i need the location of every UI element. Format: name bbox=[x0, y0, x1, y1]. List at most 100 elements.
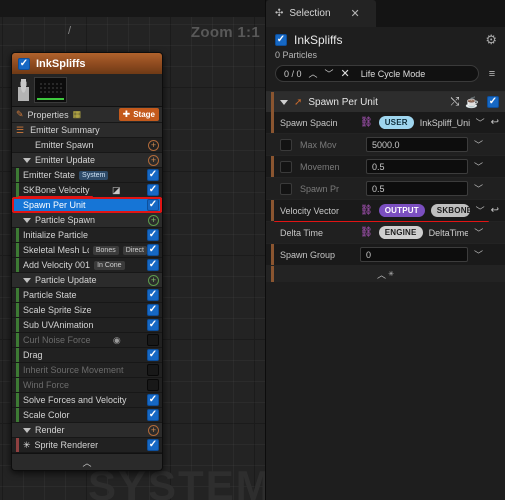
emitter-row-drag[interactable]: Drag bbox=[12, 348, 162, 363]
row-enabled-checkbox[interactable] bbox=[146, 334, 159, 346]
row-label: Initialize Particle bbox=[23, 230, 89, 240]
selection-enabled-checkbox[interactable] bbox=[275, 34, 287, 46]
emitter-row-spawn-per-unit[interactable]: Spawn Per Unit bbox=[12, 197, 162, 213]
add-module-button[interactable]: + bbox=[148, 154, 159, 166]
emitter-row-add-velocity-001[interactable]: Add Velocity 001 In Cone bbox=[12, 258, 162, 273]
emitter-row-render[interactable]: Render + bbox=[12, 423, 162, 438]
add-module-button[interactable]: + bbox=[148, 139, 159, 151]
properties-header-row[interactable]: ✎ Properties ▦ ✚ Stage bbox=[12, 107, 162, 123]
property-row-spawn-pr[interactable]: Spawn Pr 0.5 ﹀ bbox=[266, 178, 505, 200]
emitter-node-card[interactable]: InkSpliffs ✎ Properties ▦ ✚ Stage ☰ bbox=[11, 52, 163, 471]
row-enabled-checkbox[interactable] bbox=[147, 229, 159, 241]
row-enabled-checkbox[interactable] bbox=[147, 169, 159, 181]
nav-down-icon[interactable]: ﹀ bbox=[325, 67, 334, 80]
module-enabled-checkbox[interactable] bbox=[487, 96, 499, 108]
trash-icon[interactable]: ☕ bbox=[465, 96, 479, 109]
row-enabled-checkbox[interactable] bbox=[147, 199, 159, 211]
emitter-row-emitter-state[interactable]: Emitter State System bbox=[12, 168, 162, 183]
close-icon[interactable]: ✕ bbox=[351, 7, 360, 20]
property-row-max-mov[interactable]: Max Mov 5000.0 ﹀ bbox=[266, 134, 505, 156]
emitter-node-title-bar[interactable]: InkSpliffs bbox=[12, 53, 162, 74]
emitter-enabled-checkbox[interactable] bbox=[18, 57, 30, 70]
row-enabled-checkbox[interactable] bbox=[147, 319, 159, 331]
curve-graph-icon[interactable]: ◪ bbox=[112, 185, 121, 196]
filter-icon[interactable]: ≡ bbox=[485, 68, 499, 80]
module-header[interactable]: ➚ Spawn Per Unit ⤭ ☕ bbox=[266, 92, 505, 112]
row-enabled-checkbox[interactable] bbox=[147, 244, 159, 256]
row-enabled-checkbox[interactable] bbox=[147, 394, 159, 406]
chevron-down-icon[interactable] bbox=[23, 427, 31, 433]
node-collapse-button[interactable]: ︿ bbox=[12, 453, 162, 470]
emitter-row-scale-sprite-size[interactable]: Scale Sprite Size bbox=[12, 303, 162, 318]
row-enabled-checkbox[interactable] bbox=[147, 259, 159, 271]
add-module-button[interactable]: + bbox=[148, 274, 159, 286]
property-row-spawn-spacin[interactable]: Spawn Spacin ⛓ USER InkSpliff_UnitSpacing ﹀ ↩ bbox=[266, 112, 505, 134]
row-enabled-checkbox[interactable] bbox=[147, 364, 159, 376]
revert-icon[interactable]: ↩ bbox=[491, 117, 499, 128]
chevron-down-icon[interactable]: ﹀ bbox=[476, 116, 485, 129]
chevron-down-icon[interactable] bbox=[23, 277, 31, 283]
chevron-down-icon[interactable]: ﹀ bbox=[474, 160, 483, 173]
gear-icon[interactable]: ⚙ bbox=[485, 33, 497, 46]
chevron-down-icon[interactable]: ﹀ bbox=[474, 226, 483, 239]
property-value-input[interactable]: 5000.0 bbox=[366, 137, 468, 152]
emitter-row-particle-state[interactable]: Particle State bbox=[12, 288, 162, 303]
emitter-row-particle-spawn[interactable]: Particle Spawn + bbox=[12, 213, 162, 228]
add-module-button[interactable]: + bbox=[148, 424, 159, 436]
emitter-row-wind-force[interactable]: Wind Force bbox=[12, 378, 162, 393]
emitter-row-emitter-update[interactable]: Emitter Update + bbox=[12, 153, 162, 168]
particle-dots-icon bbox=[39, 82, 63, 93]
nav-up-icon[interactable]: ︿ bbox=[309, 67, 318, 80]
row-enabled-checkbox[interactable] bbox=[147, 184, 159, 196]
property-value-input[interactable]: 0 bbox=[360, 247, 468, 262]
emitter-row-curl-noise-force[interactable]: Curl Noise Force ◉ bbox=[12, 333, 162, 348]
chevron-down-icon[interactable]: ﹀ bbox=[474, 138, 483, 151]
property-row-movemen[interactable]: Movemen 0.5 ﹀ bbox=[266, 156, 505, 178]
property-value-input[interactable]: 0.5 bbox=[366, 159, 468, 174]
add-module-button[interactable]: + bbox=[148, 214, 159, 226]
chevron-down-icon[interactable] bbox=[23, 217, 31, 223]
property-override-checkbox[interactable] bbox=[280, 138, 292, 151]
chevron-down-icon[interactable]: ﹀ bbox=[476, 204, 485, 217]
chevron-down-icon[interactable]: ﹀ bbox=[474, 248, 483, 261]
emitter-row-solve-forces-and-velocity[interactable]: Solve Forces and Velocity bbox=[12, 393, 162, 408]
emitter-row-inherit-source-movement[interactable]: Inherit Source Movement bbox=[12, 363, 162, 378]
property-value-input[interactable]: 0.5 bbox=[366, 181, 468, 196]
row-enabled-checkbox[interactable] bbox=[147, 289, 159, 301]
emitter-row-skeletal-mesh-location[interactable]: Skeletal Mesh LocationBonesDirect bbox=[12, 243, 162, 258]
life-cycle-mode-label[interactable]: Life Cycle Mode bbox=[361, 69, 426, 79]
nav-clear-icon[interactable]: ✕ bbox=[341, 67, 350, 80]
row-enabled-checkbox[interactable] bbox=[147, 349, 159, 361]
add-stage-button[interactable]: ✚ Stage bbox=[118, 108, 159, 121]
emitter-row-initialize-particle[interactable]: Initialize Particle bbox=[12, 228, 162, 243]
property-row-velocity-vector[interactable]: Velocity Vector ⛓ OUTPUT SKBONE VELOCITY ﹀ ↩ bbox=[266, 200, 505, 223]
emitter-summary-row[interactable]: ☰ Emitter Summary bbox=[12, 123, 162, 138]
emitter-preview-thumbnail[interactable] bbox=[34, 77, 67, 103]
property-row-spawn-group[interactable]: Spawn Group 0 ﹀ bbox=[266, 244, 505, 266]
emitter-row-sub-uvanimation[interactable]: Sub UVAnimation bbox=[12, 318, 162, 333]
tab-selection[interactable]: ✣ Selection ✕ bbox=[266, 0, 376, 27]
nav-pill[interactable]: 0 / 0 ︿ ﹀ ✕ Life Cycle Mode bbox=[275, 65, 479, 82]
module-property-rows: Spawn Spacin ⛓ USER InkSpliff_UnitSpacing ﹀ ↩… bbox=[266, 112, 505, 266]
emitter-row-emitter-spawn[interactable]: Emitter Spawn + bbox=[12, 138, 162, 153]
property-row-delta-time[interactable]: Delta Time ⛓ ENGINE DeltaTime ﹀ bbox=[266, 222, 505, 244]
revert-icon[interactable]: ↩ bbox=[491, 205, 499, 216]
eye-icon[interactable]: ◉ bbox=[113, 335, 121, 346]
emitter-row-scale-color[interactable]: Scale Color bbox=[12, 408, 162, 423]
node-graph-viewport[interactable]: / Zoom 1:1 SYSTEM InkSpliffs ✎ Propertie… bbox=[0, 0, 265, 500]
row-enabled-checkbox[interactable] bbox=[147, 409, 159, 421]
chevron-down-icon[interactable] bbox=[280, 99, 288, 105]
calendar-icon: ▦ bbox=[72, 109, 82, 119]
emitter-row-sprite-renderer[interactable]: ✳ Sprite Renderer bbox=[12, 438, 162, 453]
chevron-down-icon[interactable]: ﹀ bbox=[474, 182, 483, 195]
emitter-row-particle-update[interactable]: Particle Update + bbox=[12, 273, 162, 288]
emitter-row-skbone-velocity[interactable]: SKBone Velocity ◪ bbox=[12, 183, 162, 198]
row-enabled-checkbox[interactable] bbox=[147, 439, 159, 451]
chevron-down-icon[interactable] bbox=[23, 157, 31, 163]
shuffle-icon[interactable]: ⤭ bbox=[450, 96, 459, 109]
module-collapse-footer[interactable]: ︿ ✳ bbox=[266, 266, 505, 282]
property-override-checkbox[interactable] bbox=[280, 160, 292, 173]
row-enabled-checkbox[interactable] bbox=[147, 379, 159, 391]
property-override-checkbox[interactable] bbox=[280, 182, 292, 195]
row-enabled-checkbox[interactable] bbox=[147, 304, 159, 316]
